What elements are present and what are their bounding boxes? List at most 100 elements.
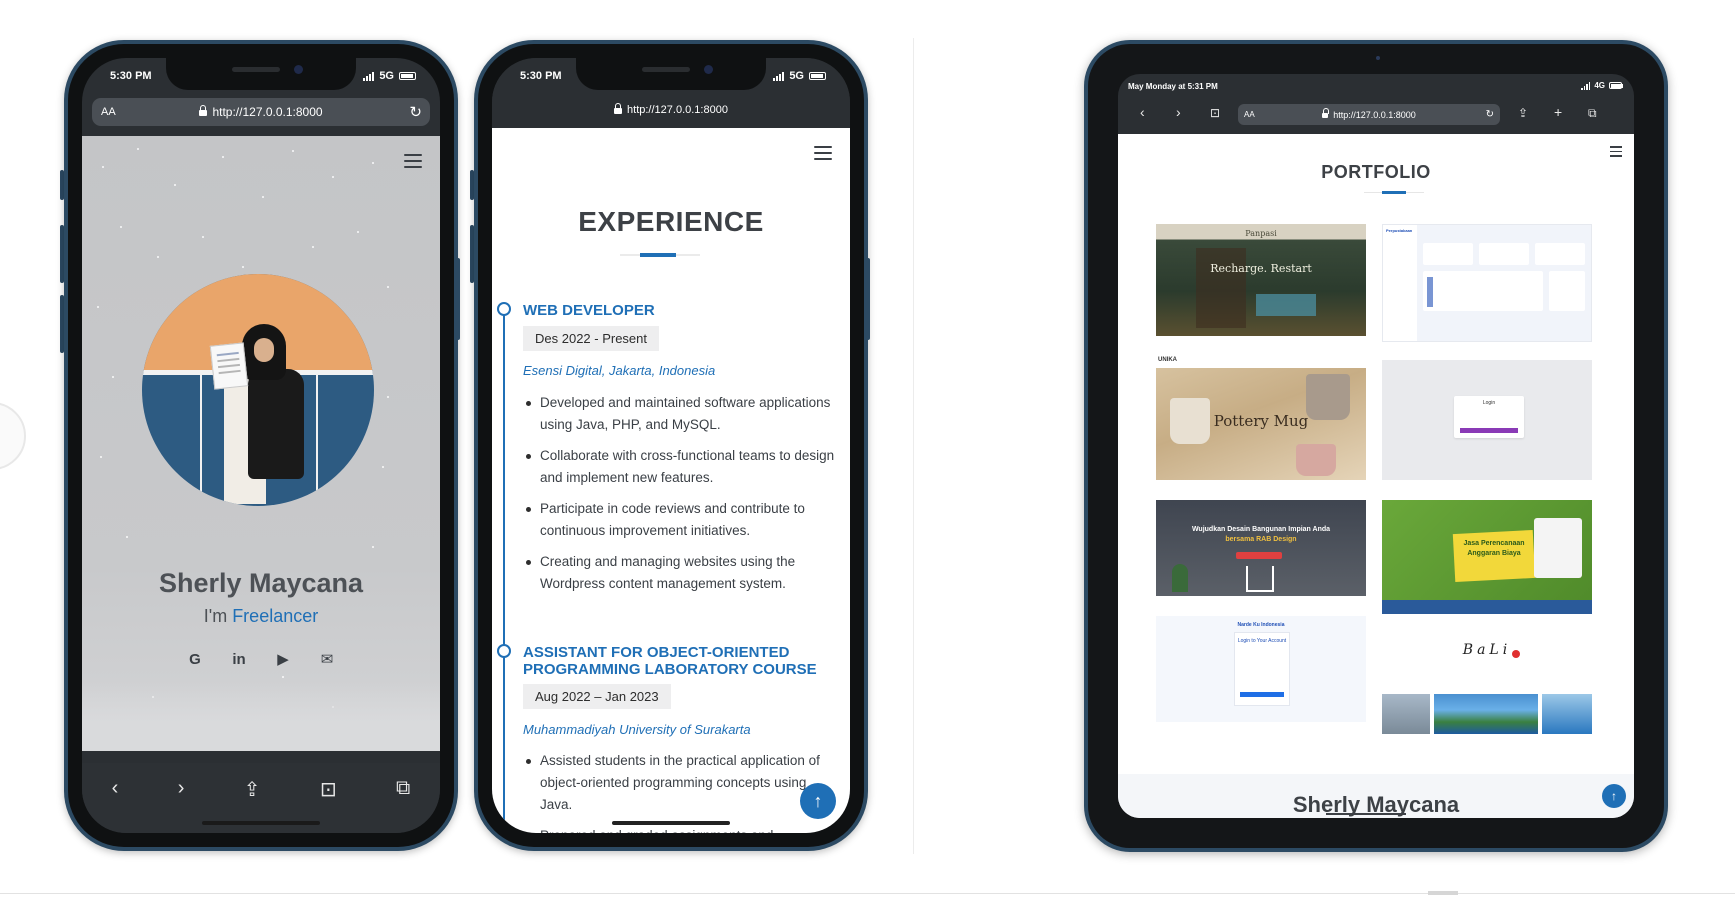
- reader-options-button[interactable]: AA: [1244, 110, 1255, 119]
- youtube-icon[interactable]: ▶: [272, 648, 294, 670]
- mail-icon[interactable]: ✉: [316, 648, 338, 670]
- reload-icon[interactable]: ↻: [1486, 109, 1494, 120]
- share-icon[interactable]: ⇪: [244, 777, 261, 802]
- portfolio-item-pottery[interactable]: UNIKA Pottery Mug: [1156, 356, 1366, 480]
- bookmarks-icon[interactable]: ⊡: [1210, 106, 1220, 120]
- experience-section: EXPERIENCE WEB DEVELOPER Des 2022 - Pres…: [492, 128, 850, 833]
- tablet-browser-toolbar: ‹ › ⊡ AA http://127.0.0.1:8000 ↻ ⇪ + ⧉: [1118, 100, 1634, 130]
- tabs-icon[interactable]: ⧉: [396, 777, 410, 800]
- column-divider: [913, 38, 914, 854]
- reload-icon[interactable]: ↻: [409, 103, 422, 121]
- tabs-icon[interactable]: ⧉: [1588, 106, 1597, 121]
- network-label: 5G: [789, 70, 804, 82]
- signal-icon: [363, 71, 375, 81]
- network-label: 5G: [379, 70, 394, 82]
- tablet-camera: [1376, 56, 1380, 60]
- url-text: http://127.0.0.1:8000: [212, 105, 323, 119]
- home-indicator: [202, 821, 320, 825]
- phone2-screen: 5:30 PM 5G http://127.0.0.1:8000 EXPERIE…: [492, 58, 850, 833]
- portfolio-item-narde-login[interactable]: Narde Ku Indonesia Login to Your Account: [1156, 616, 1366, 722]
- experience-date: Des 2022 - Present: [523, 326, 660, 351]
- phone1-screen: 5:30 PM 5G AA http://127.0.0.1:8000 ↻ Sh…: [82, 58, 440, 833]
- forward-icon[interactable]: ›: [178, 777, 185, 800]
- thumb-headline: Pottery Mug: [1213, 412, 1309, 430]
- social-links: G in ▶ ✉: [82, 648, 440, 670]
- lock-icon: [199, 105, 208, 116]
- footer-name: Sherly Maycana: [1118, 792, 1634, 818]
- portfolio-item-resort[interactable]: Panpasi Recharge. Restart: [1156, 224, 1366, 336]
- lock-icon: [1322, 108, 1330, 118]
- list-item: Participate in code reviews and contribu…: [523, 498, 838, 542]
- lock-icon: [614, 103, 623, 114]
- thumb-subheadline: Anggaran Biaya: [1467, 550, 1521, 557]
- portfolio-item-rab[interactable]: Jasa Perencanaan Anggaran Biaya: [1382, 500, 1592, 614]
- thumb-headline: Jasa Perencanaan: [1463, 540, 1525, 547]
- linkedin-icon[interactable]: in: [228, 648, 250, 670]
- phone2-notch: [576, 58, 766, 90]
- back-icon[interactable]: ‹: [112, 777, 119, 800]
- back-icon[interactable]: ‹: [1140, 104, 1145, 120]
- experience-org: Muhammadiyah University of Surakarta: [523, 722, 751, 737]
- list-item: Prepared and graded assignments and: [523, 825, 838, 833]
- phone1-frame: 5:30 PM 5G AA http://127.0.0.1:8000 ↻ Sh…: [64, 40, 458, 851]
- menu-icon[interactable]: [814, 146, 832, 160]
- timeline-line: [503, 308, 505, 833]
- thumb-brand: Panpasi: [1245, 229, 1277, 238]
- back-to-top-button[interactable]: ↑: [800, 783, 836, 819]
- menu-icon[interactable]: [1610, 146, 1622, 160]
- portfolio-item-login[interactable]: Login: [1382, 360, 1592, 480]
- address-bar[interactable]: AA http://127.0.0.1:8000 ↻: [1238, 104, 1500, 125]
- profile-photo: [142, 274, 374, 506]
- thumb-brand: Narde Ku Indonesia: [1237, 622, 1285, 628]
- share-icon[interactable]: ⇪: [1518, 106, 1528, 120]
- hero-section: Sherly Maycana I'm Freelancer G in ▶ ✉: [82, 136, 440, 751]
- section-underline: [1364, 191, 1424, 194]
- address-bar[interactable]: AA http://127.0.0.1:8000 ↻: [92, 98, 430, 126]
- status-time: May Monday at 5:31 PM: [1128, 82, 1218, 91]
- status-time: 5:30 PM: [520, 70, 562, 82]
- tablet-frame: May Monday at 5:31 PM 4G ‹ › ⊡ AA http:/…: [1084, 40, 1668, 852]
- back-to-top-button[interactable]: ↑: [1602, 784, 1626, 808]
- thumb-header: Perpustakaan: [1386, 228, 1413, 233]
- hero-subtitle: I'm Freelancer: [203, 606, 319, 626]
- experience-title: ASSISTANT FOR OBJECT-ORIENTED PROGRAMMIN…: [523, 644, 817, 678]
- thumb-brand: UNIKA: [1158, 357, 1177, 363]
- list-item: Collaborate with cross-functional teams …: [523, 445, 838, 489]
- thumb-headline: Wujudkan Desain Bangunan Impian Anda: [1191, 526, 1331, 533]
- compact-address-bar[interactable]: http://127.0.0.1:8000: [492, 103, 850, 116]
- timeline-dot: [497, 302, 511, 316]
- phone2-power-button: [866, 258, 870, 340]
- portfolio-section: PORTFOLIO Panpasi Recharge. Restart Perp…: [1118, 134, 1634, 818]
- list-item: Creating and managing websites using the…: [523, 551, 838, 595]
- reader-options-button[interactable]: AA: [101, 106, 116, 118]
- typed-role: Freelancer: [232, 606, 319, 626]
- carousel-prev-button[interactable]: [0, 402, 26, 470]
- bookmarks-icon[interactable]: ⊡: [320, 777, 337, 802]
- section-underline: [620, 253, 700, 257]
- experience-bullets: Developed and maintained software applic…: [523, 392, 838, 604]
- forward-icon[interactable]: ›: [1176, 104, 1181, 120]
- list-item: Assisted students in the practical appli…: [523, 750, 838, 816]
- list-item: Developed and maintained software applic…: [523, 392, 838, 436]
- battery-icon: [399, 72, 416, 80]
- hero-name: Sherly Maycana: [158, 568, 364, 598]
- new-tab-icon[interactable]: +: [1554, 104, 1562, 120]
- menu-icon[interactable]: [404, 154, 422, 168]
- thumb-headline: Recharge. Restart: [1210, 262, 1312, 275]
- thumb-title: Login to Your Account: [1237, 638, 1287, 644]
- github-icon[interactable]: G: [184, 648, 206, 670]
- thumb-subheadline: bersama RAB Design: [1225, 536, 1297, 543]
- section-title: PORTFOLIO: [1321, 162, 1431, 182]
- battery-icon: [1609, 82, 1623, 89]
- portfolio-item-bali[interactable]: BaLi: [1382, 624, 1592, 734]
- url-text: http://127.0.0.1:8000: [627, 104, 728, 116]
- experience-title: WEB DEVELOPER: [523, 302, 655, 319]
- thumb-brand: BaLi: [1462, 642, 1512, 658]
- battery-icon: [809, 72, 826, 80]
- portfolio-item-house-design[interactable]: Wujudkan Desain Bangunan Impian Anda ber…: [1156, 500, 1366, 596]
- phone2-frame: 5:30 PM 5G http://127.0.0.1:8000 EXPERIE…: [474, 40, 868, 851]
- experience-date: Aug 2022 – Jan 2023: [523, 684, 671, 709]
- home-indicator: [612, 821, 730, 825]
- portfolio-item-dashboard[interactable]: Perpustakaan: [1382, 224, 1592, 342]
- experience-org: Esensi Digital, Jakarta, Indonesia: [523, 363, 716, 378]
